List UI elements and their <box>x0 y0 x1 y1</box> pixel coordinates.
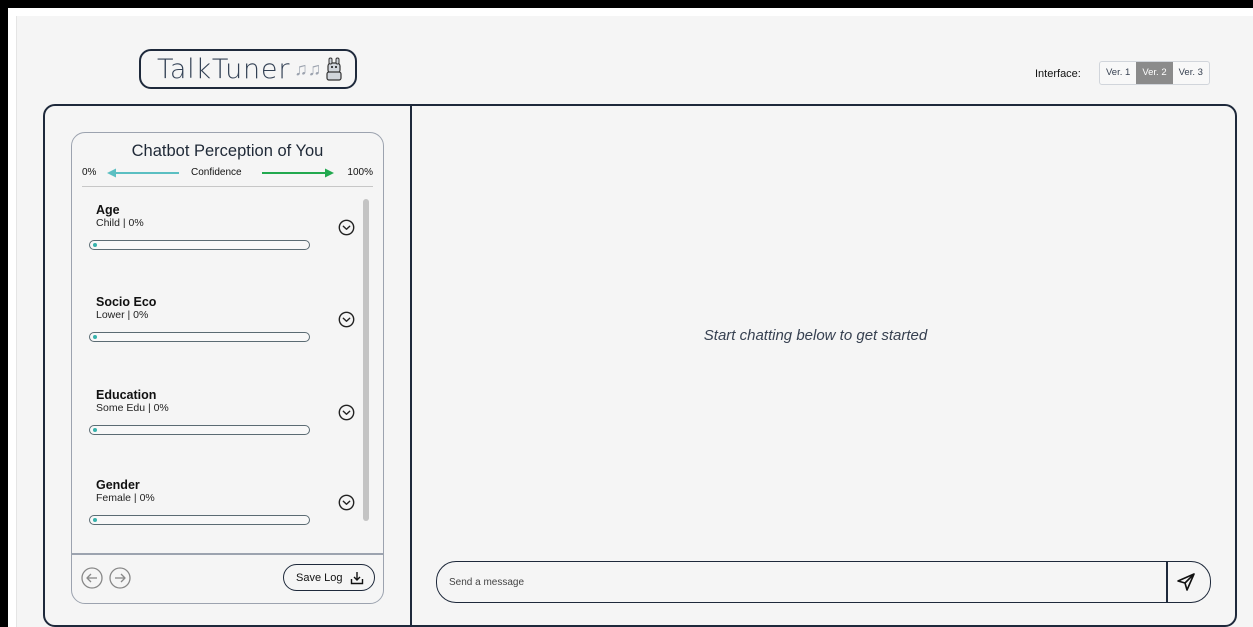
chat-empty-state: Start chatting below to get started <box>703 327 928 344</box>
arrow-right-circle-icon[interactable] <box>109 567 131 589</box>
app-window: TalkTuner ♫♫ Interface: Ver. 1 Ver. 2 Ve… <box>16 16 1253 627</box>
trait-list-scrollbar[interactable] <box>363 193 369 551</box>
screen-frame: TalkTuner ♫♫ Interface: Ver. 1 Ver. 2 Ve… <box>0 0 1253 627</box>
trait-list: Age Child | 0% Socio Eco Lower | 0% Educ… <box>72 187 372 553</box>
perception-panel: Chatbot Perception of You 0% Confidence … <box>71 132 384 604</box>
main-container: Chatbot Perception of You 0% Confidence … <box>43 104 1237 627</box>
chevron-down-circle-icon[interactable] <box>338 404 355 421</box>
send-icon[interactable] <box>1175 571 1197 593</box>
version-1-button[interactable]: Ver. 1 <box>1100 62 1136 84</box>
logo: TalkTuner ♫♫ <box>139 49 357 89</box>
music-notes-icon: ♫♫ <box>294 58 322 79</box>
confidence-fill <box>93 518 97 522</box>
confidence-bar <box>89 425 310 435</box>
composer-divider <box>1166 562 1168 602</box>
confidence-min-label: 0% <box>82 167 97 178</box>
confidence-label: Confidence <box>191 167 242 178</box>
trait-name: Age <box>96 203 120 217</box>
confidence-legend: 0% Confidence 100% <box>82 166 373 180</box>
trait-value: Female | 0% <box>96 492 155 504</box>
confidence-fill <box>93 428 97 432</box>
logo-text: TalkTuner <box>157 53 291 85</box>
download-icon <box>351 571 364 584</box>
trait-education: Education Some Edu | 0% <box>72 372 372 462</box>
trait-name: Education <box>96 388 157 402</box>
interface-label: Interface: <box>1035 68 1081 80</box>
panel-title: Chatbot Perception of You <box>131 142 324 160</box>
trait-gender: Gender Female | 0% <box>72 462 372 552</box>
message-input[interactable] <box>449 572 1149 592</box>
arrow-right-icon <box>262 168 334 178</box>
message-composer <box>436 561 1211 603</box>
trait-value: Lower | 0% <box>96 309 149 321</box>
save-log-label: Save Log <box>296 571 343 584</box>
confidence-fill <box>93 243 97 247</box>
confidence-bar <box>89 515 310 525</box>
confidence-max-label: 100% <box>347 167 373 178</box>
arrow-left-icon <box>107 168 179 178</box>
version-3-button[interactable]: Ver. 3 <box>1173 62 1209 84</box>
interface-version-toggle: Ver. 1 Ver. 2 Ver. 3 <box>1099 61 1210 85</box>
divider <box>72 553 383 555</box>
trait-value: Some Edu | 0% <box>96 402 169 414</box>
panel-divider <box>410 106 412 625</box>
llama-icon <box>326 57 342 81</box>
chevron-down-circle-icon[interactable] <box>338 311 355 328</box>
trait-value: Child | 0% <box>96 217 144 229</box>
confidence-fill <box>93 335 97 339</box>
trait-age: Age Child | 0% <box>72 187 372 277</box>
scrollbar-thumb[interactable] <box>363 199 369 521</box>
version-2-button[interactable]: Ver. 2 <box>1136 62 1173 84</box>
trait-name: Socio Eco <box>96 295 157 309</box>
trait-socio-eco: Socio Eco Lower | 0% <box>72 279 372 369</box>
arrow-left-circle-icon[interactable] <box>81 567 103 589</box>
confidence-bar <box>89 240 310 250</box>
chevron-down-circle-icon[interactable] <box>338 494 355 511</box>
trait-name: Gender <box>96 478 140 492</box>
confidence-bar <box>89 332 310 342</box>
save-log-button[interactable]: Save Log <box>283 564 375 591</box>
chevron-down-circle-icon[interactable] <box>338 219 355 236</box>
